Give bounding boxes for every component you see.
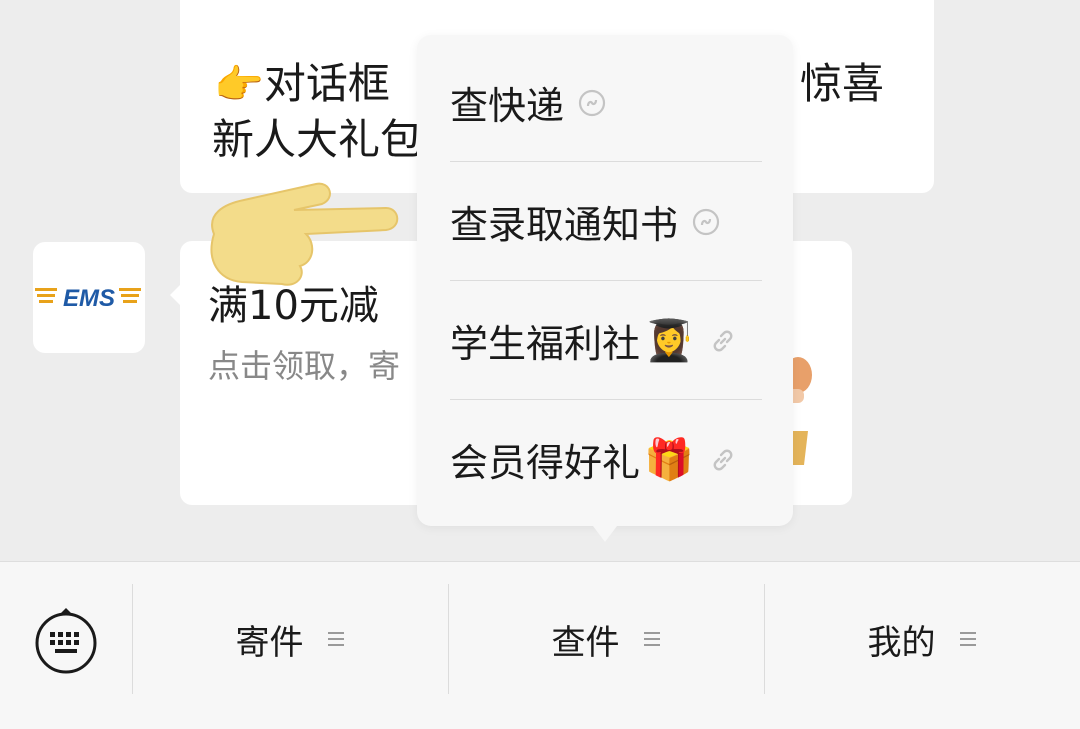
- message-line-1: 👉对话框: [214, 56, 390, 113]
- student-emoji: 👩‍🎓: [644, 318, 694, 364]
- ems-avatar[interactable]: EMS: [33, 242, 145, 353]
- bottom-menu-bar: 寄件 查件 我的: [0, 561, 1080, 729]
- tab-send[interactable]: 寄件: [133, 584, 448, 694]
- message-line-2: 新人大礼包: [212, 112, 422, 168]
- popup-item-label: 会员得好礼: [450, 441, 641, 485]
- tab-track[interactable]: 查件: [449, 584, 764, 694]
- tab-send-label: 寄件: [235, 622, 304, 663]
- pointing-hand-emoji: 👉: [214, 62, 264, 108]
- coupon-subtitle: 点击领取，寄: [208, 347, 401, 385]
- mini-program-icon: [578, 89, 606, 117]
- link-icon: [708, 326, 738, 356]
- keyboard-toggle-button[interactable]: [33, 608, 99, 674]
- popup-menu: 查快递 查录取通知书 学生福利社 👩‍🎓 会员得好礼 🎁: [417, 35, 793, 542]
- popup-item-member-gifts[interactable]: 会员得好礼 🎁: [417, 400, 793, 519]
- popup-item-admission-notice[interactable]: 查录取通知书: [417, 162, 793, 281]
- ems-logo-icon: EMS: [35, 285, 141, 312]
- popup-item-student-benefits[interactable]: 学生福利社 👩‍🎓: [417, 281, 793, 400]
- ems-logo-text: EMS: [63, 285, 115, 312]
- tab-track-label: 查件: [551, 622, 620, 663]
- message-line-1-right-text: 惊喜: [800, 59, 885, 108]
- tab-mine[interactable]: 我的: [765, 584, 1080, 694]
- menu-lines-icon: [958, 630, 978, 648]
- gift-emoji: 🎁: [644, 437, 694, 483]
- keyboard-icon: [35, 608, 97, 674]
- popup-item-label: 查快递: [450, 84, 565, 128]
- tab-mine-label: 我的: [867, 622, 936, 663]
- popup-item-track-express[interactable]: 查快递: [417, 43, 793, 162]
- popup-item-label: 查录取通知书: [450, 203, 679, 247]
- mini-program-icon: [692, 208, 720, 236]
- message-line-1-right: 惊喜: [800, 56, 884, 112]
- message-line-1-text: 对话框: [263, 59, 390, 108]
- menu-lines-icon: [326, 630, 346, 648]
- menu-lines-icon: [642, 630, 662, 648]
- coupon-title: 满10元减: [208, 283, 379, 329]
- popup-item-label: 学生福利社: [450, 322, 641, 366]
- message-line-2-text: 新人大礼包: [212, 115, 423, 164]
- link-icon: [708, 445, 738, 475]
